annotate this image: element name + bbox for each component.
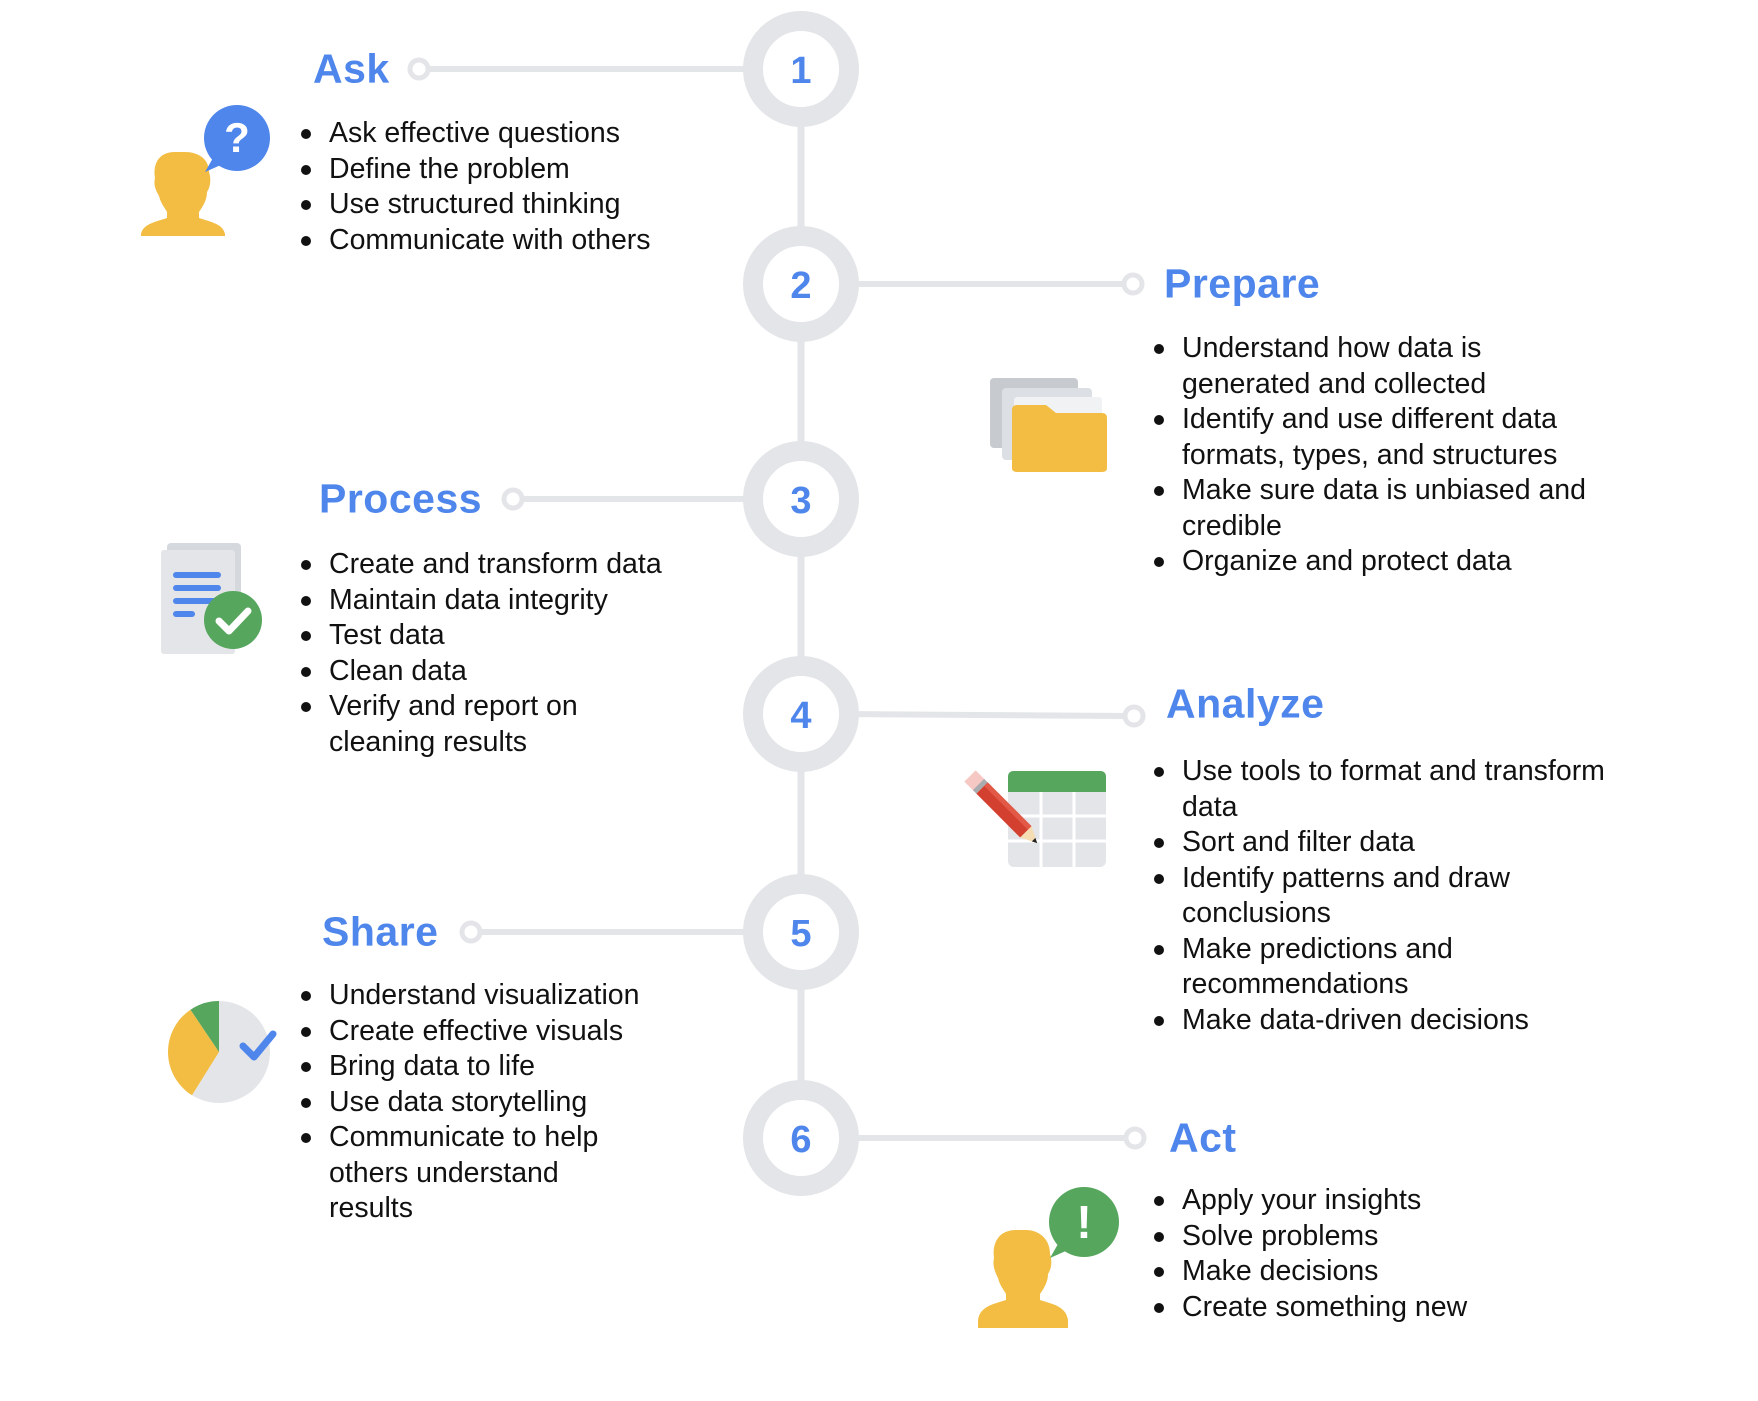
connector-share [459, 920, 760, 944]
share-bullet-list: Understand visualization Create effectiv… [301, 978, 722, 1227]
exclamation-glyph: ! [1076, 1196, 1091, 1248]
process-bullet-list: Create and transform data Maintain data … [301, 547, 722, 760]
pie-chart-check-icon [168, 1001, 277, 1103]
step-title-process: Process [319, 475, 483, 522]
connector-prepare [842, 272, 1145, 296]
list-item: Ask effective questions [301, 116, 702, 152]
person-exclamation-icon: ! [978, 1187, 1119, 1328]
step-title-act: Act [1169, 1114, 1237, 1161]
list-item: Use tools to format and transform data [1154, 754, 1652, 825]
list-item: Clean data [301, 654, 722, 690]
list-item: Create and transform data [301, 547, 722, 583]
connector-analyze [841, 704, 1146, 728]
list-item: Sort and filter data [1154, 825, 1635, 861]
list-item: Define the problem [301, 152, 702, 188]
list-item: Bring data to life [301, 1049, 722, 1085]
list-item: Verify and report on cleaning results [301, 689, 619, 760]
list-item: Create something new [1154, 1290, 1575, 1326]
act-bullet-list: Apply your insights Solve problems Make … [1154, 1183, 1575, 1326]
spreadsheet-pencil-icon [964, 770, 1106, 867]
step-title-prepare: Prepare [1164, 260, 1321, 307]
list-item: Maintain data integrity [301, 583, 722, 619]
step-title-share: Share [322, 908, 439, 955]
list-item: Understand visualization [301, 978, 722, 1014]
step-number-2: 2 [790, 265, 812, 307]
step-number-3: 3 [790, 480, 812, 522]
list-item: Make decisions [1154, 1254, 1575, 1290]
step-number-4: 4 [790, 695, 812, 737]
list-item: Make predictions and recommendations [1154, 932, 1512, 1003]
list-item: Make data-driven decisions [1154, 1003, 1635, 1039]
list-item: Use data storytelling [301, 1085, 722, 1121]
step-number-1: 1 [790, 50, 812, 92]
prepare-bullet-list: Understand how data is generated and col… [1154, 331, 1625, 580]
document-check-icon [161, 543, 262, 654]
list-item: Identify and use different data formats,… [1154, 402, 1612, 473]
list-item: Understand how data is generated and col… [1154, 331, 1522, 402]
list-item: Communicate with others [301, 223, 702, 259]
list-item: Test data [301, 618, 722, 654]
step-number-6: 6 [790, 1119, 812, 1161]
list-item: Organize and protect data [1154, 544, 1625, 580]
list-item: Make sure data is unbiased and credible [1154, 473, 1632, 544]
person-question-icon: ? [141, 105, 270, 236]
list-item: Create effective visuals [301, 1014, 722, 1050]
list-item: Apply your insights [1154, 1183, 1575, 1219]
step-title-analyze: Analyze [1166, 680, 1325, 727]
data-analysis-process-diagram: 1 2 3 4 5 6 Ask Prepare Process Analyze … [0, 0, 1758, 1401]
connector-ask [407, 57, 760, 81]
list-item: Identify patterns and draw conclusions [1154, 861, 1572, 932]
list-item: Solve problems [1154, 1219, 1575, 1255]
connector-process [501, 487, 760, 511]
analyze-bullet-list: Use tools to format and transform data S… [1154, 754, 1635, 1039]
list-item: Communicate to help others understand re… [301, 1120, 619, 1227]
question-mark-glyph: ? [224, 114, 250, 161]
list-item: Use structured thinking [301, 187, 702, 223]
step-number-5: 5 [790, 913, 812, 955]
connector-act [842, 1126, 1147, 1150]
ask-bullet-list: Ask effective questions Define the probl… [301, 116, 702, 259]
folders-icon [990, 378, 1107, 472]
step-title-ask: Ask [313, 45, 390, 92]
